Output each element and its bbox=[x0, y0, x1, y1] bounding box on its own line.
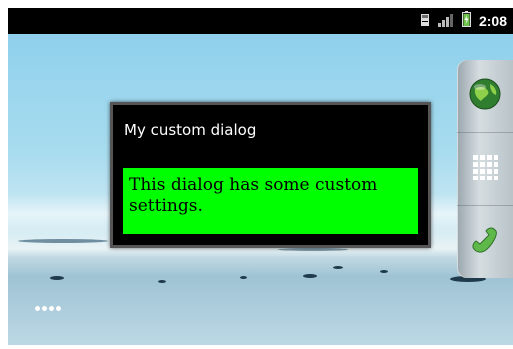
sd-card-icon bbox=[420, 12, 430, 31]
page-dot bbox=[56, 306, 61, 311]
browser-icon bbox=[468, 77, 502, 115]
custom-dialog: My custom dialog This dialog has some cu… bbox=[110, 102, 431, 248]
rock bbox=[380, 270, 388, 273]
page-dot bbox=[49, 306, 54, 311]
device-screen: 2:08 My custom dialog This dialog has so… bbox=[8, 8, 513, 345]
rock bbox=[240, 276, 247, 279]
launcher-dock bbox=[457, 60, 513, 278]
page-dot bbox=[42, 306, 47, 311]
app-drawer-icon bbox=[471, 153, 499, 185]
app-drawer-button[interactable] bbox=[457, 132, 513, 205]
rock bbox=[303, 274, 317, 278]
phone-icon bbox=[468, 223, 502, 261]
battery-charging-icon bbox=[461, 11, 471, 31]
rock bbox=[333, 266, 343, 269]
status-icons: 2:08 bbox=[420, 8, 513, 34]
rock bbox=[158, 280, 166, 283]
dialog-body: This dialog has some custom settings. bbox=[123, 168, 418, 234]
page-indicator bbox=[35, 306, 61, 311]
rock bbox=[50, 276, 64, 280]
page-dot bbox=[35, 306, 40, 311]
rock bbox=[278, 248, 348, 251]
dialog-title: My custom dialog bbox=[124, 121, 257, 139]
status-time: 2:08 bbox=[478, 13, 507, 29]
browser-button[interactable] bbox=[457, 60, 513, 132]
rock bbox=[18, 239, 108, 243]
status-bar: 2:08 bbox=[8, 8, 513, 34]
phone-button[interactable] bbox=[457, 205, 513, 278]
signal-icon bbox=[437, 12, 454, 31]
dialog-body-text: This dialog has some custom settings. bbox=[129, 175, 378, 216]
